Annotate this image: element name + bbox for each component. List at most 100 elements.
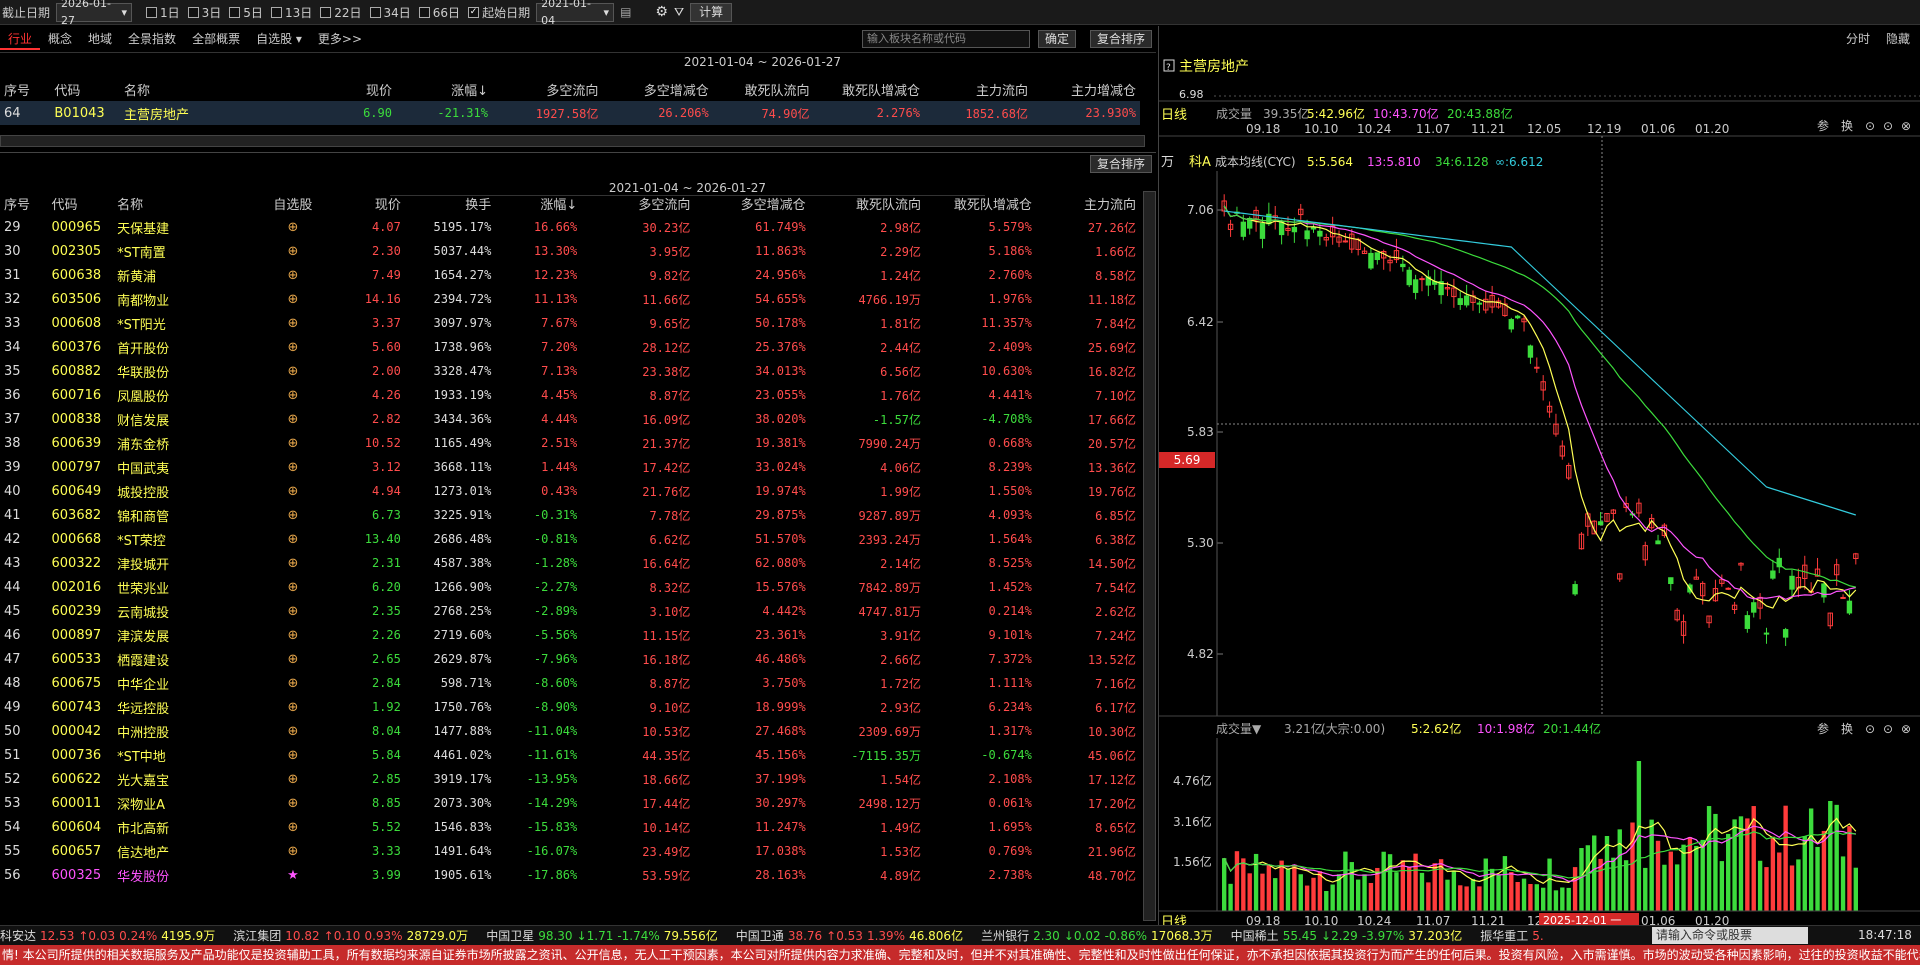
filter-icon[interactable]: ⛛	[674, 5, 684, 20]
ticker-item[interactable]: 振华重工 5.	[1480, 927, 1555, 944]
table-row[interactable]: 29 000965 天保基建 ⊕ 4.07 5195.17% 16.66% 30.23亿 61.…	[0, 215, 1140, 239]
table-row[interactable]: 44 002016 世荣兆业 ⊕ 6.20 1266.90% -2.27% 8.32亿 15.5…	[0, 575, 1140, 599]
vertical-scrollbar[interactable]	[1143, 191, 1156, 921]
sort-button-2[interactable]: 复合排序	[1090, 155, 1153, 173]
column-header[interactable]: 多空增减仓	[694, 191, 809, 215]
start-date-select[interactable]: 2021-01-04 ▾	[536, 0, 615, 27]
table-row[interactable]: 53 600011 深物业A ⊕ 8.85 2073.30% -14.29% 17.44亿 30…	[0, 791, 1140, 815]
mini-param-button[interactable]: 参	[1817, 118, 1829, 133]
expand-icon[interactable]: ⊙	[1865, 119, 1875, 133]
table-row[interactable]: 33 000608 *ST阳光 ⊕ 3.37 3097.97% 7.67% 9.65亿 50.1…	[0, 311, 1140, 335]
close-icon[interactable]: ⊗	[1901, 119, 1911, 133]
watchlist-toggle[interactable]: ⊕	[249, 311, 337, 335]
column-header[interactable]: 现价	[324, 77, 396, 101]
vol-switch-button[interactable]: 换	[1841, 722, 1853, 736]
table-row[interactable]: 56 600325 华发股份 ★ 3.99 1905.61% -17.86% 53.59亿 28…	[0, 863, 1140, 887]
tab-3[interactable]: 全景指数	[120, 28, 184, 50]
column-header[interactable]: 序号	[0, 77, 50, 101]
watchlist-toggle[interactable]: ⊕	[249, 479, 337, 503]
period-checkbox[interactable]: 34日	[369, 4, 411, 21]
column-header[interactable]: 主力流向	[924, 77, 1032, 101]
ticker-item[interactable]: 中国卫星 98.30 ↓1.71 -1.74% 79.556亿	[486, 927, 718, 944]
calc-button[interactable]: 计算	[690, 2, 733, 22]
table-row[interactable]: 55 600657 信达地产 ⊕ 3.33 1491.64% -16.07% 23.49亿 17…	[0, 839, 1140, 863]
period-checkbox[interactable]: ✓ 起始日期	[468, 4, 530, 21]
table-row[interactable]: 42 000668 *ST荣控 ⊕ 13.40 2686.48% -0.81% 6.62亿 51…	[0, 527, 1140, 551]
column-header[interactable]: 序号	[0, 191, 48, 215]
column-header[interactable]: 多空流向	[492, 77, 602, 101]
watchlist-toggle[interactable]: ⊕	[249, 455, 337, 479]
expand-icon[interactable]: ⊙	[1865, 722, 1875, 736]
watchlist-toggle[interactable]: ⊕	[249, 767, 337, 791]
table-row[interactable]: 50 000042 中洲控股 ⊕ 8.04 1477.88% -11.04% 10.53亿 27…	[0, 719, 1140, 743]
table-row[interactable]: 39 000797 中国武夷 ⊕ 3.12 3668.11% 1.44% 17.42亿 33.0…	[0, 455, 1140, 479]
watchlist-toggle[interactable]: ★	[249, 863, 337, 887]
tab-6[interactable]: 更多>>	[310, 28, 370, 50]
tab-5[interactable]: 自选股 ▾	[248, 28, 310, 50]
table-row[interactable]: 49 600743 华远控股 ⊕ 1.92 1750.76% -8.90% 9.10亿 18.9…	[0, 695, 1140, 719]
column-header[interactable]: 名称	[120, 77, 324, 101]
period-checkbox[interactable]: 22日	[320, 4, 362, 21]
watchlist-toggle[interactable]: ⊕	[249, 791, 337, 815]
column-header[interactable]: 敢死队流向	[810, 191, 925, 215]
table-row[interactable]: 54 600604 市北高新 ⊕ 5.52 1546.83% -15.83% 10.14亿 11…	[0, 815, 1140, 839]
gear-icon[interactable]: ⚙	[655, 4, 668, 20]
period-checkbox[interactable]: 1日	[146, 4, 180, 21]
watchlist-toggle[interactable]: ⊕	[249, 719, 337, 743]
watchlist-toggle[interactable]: ⊕	[249, 407, 337, 431]
column-header[interactable]: 代码	[48, 191, 114, 215]
command-input[interactable]: 请输入命令或股票	[1652, 927, 1808, 944]
table-row[interactable]: 37 000838 财信发展 ⊕ 2.82 3434.36% 4.44% 16.09亿 38.0…	[0, 407, 1140, 431]
watchlist-toggle[interactable]: ⊕	[249, 335, 337, 359]
column-header[interactable]: 多空流向	[581, 191, 694, 215]
table-row[interactable]: 35 600882 华联股份 ⊕ 2.00 3328.47% 7.13% 23.38亿 34.0…	[0, 359, 1140, 383]
period-checkbox[interactable]: 66日	[418, 4, 460, 21]
mini-switch-button[interactable]: 换	[1841, 119, 1853, 133]
calendar-icon[interactable]: ▤	[620, 5, 631, 19]
watchlist-toggle[interactable]: ⊕	[249, 431, 337, 455]
tab-4[interactable]: 全部概票	[184, 28, 248, 50]
column-header[interactable]: 敢死队增减仓	[814, 77, 924, 101]
vol-param-button[interactable]: 参	[1817, 721, 1829, 736]
settings-icon[interactable]: ⊙	[1883, 722, 1893, 736]
tab-0[interactable]: 行业	[0, 28, 41, 50]
table-row[interactable]: 43 600322 津投城开 ⊕ 2.31 4587.38% -1.28% 16.64亿 62.…	[0, 551, 1140, 575]
watchlist-toggle[interactable]: ⊕	[249, 695, 337, 719]
settings-icon[interactable]: ⊙	[1883, 119, 1893, 133]
watchlist-toggle[interactable]: ⊕	[249, 239, 337, 263]
ticker-item[interactable]: 科安达 12.53 ↑0.03 0.24% 4195.9万	[0, 927, 215, 944]
watchlist-toggle[interactable]: ⊕	[249, 287, 337, 311]
ticker-item[interactable]: 中国卫通 38.76 ↑0.53 1.39% 46.806亿	[736, 927, 963, 944]
watchlist-toggle[interactable]: ⊕	[249, 671, 337, 695]
watchlist-toggle[interactable]: ⊕	[249, 359, 337, 383]
tab-2[interactable]: 地域	[80, 28, 120, 50]
watchlist-toggle[interactable]: ⊕	[249, 839, 337, 863]
ticker-item[interactable]: 兰州银行 2.30 ↓0.02 -0.86% 17068.3万	[981, 927, 1213, 944]
column-header[interactable]: 主力流向	[1036, 191, 1140, 215]
table-row[interactable]: 30 002305 *ST南置 ⊕ 2.30 5037.44% 13.30% 3.95亿 11.…	[0, 239, 1140, 263]
chart-svg[interactable]: ? 主营房地产 6.98 日线 成交量 39.35亿5:42.96亿 10:43.70亿 20…	[1159, 26, 1920, 926]
table-row[interactable]: 40 600649 城投控股 ⊕ 4.94 1273.01% 0.43% 21.76亿 19.9…	[0, 479, 1140, 503]
watchlist-toggle[interactable]: ⊕	[249, 575, 337, 599]
sort-button[interactable]: 复合排序	[1090, 30, 1153, 48]
watchlist-toggle[interactable]: ⊕	[249, 623, 337, 647]
watchlist-toggle[interactable]: ⊕	[249, 263, 337, 287]
period-checkbox[interactable]: 13日	[270, 4, 312, 21]
column-header[interactable]: 敢死队流向	[713, 77, 814, 101]
table-row[interactable]: 41 603682 锦和商管 ⊕ 6.73 3225.91% -0.31% 7.78亿 29.8…	[0, 503, 1140, 527]
watchlist-toggle[interactable]: ⊕	[249, 647, 337, 671]
close-icon[interactable]: ⊗	[1901, 722, 1911, 736]
period-checkbox[interactable]: 3日	[187, 4, 221, 21]
table-row[interactable]: 52 600622 光大嘉宝 ⊕ 2.85 3919.17% -13.95% 18.66亿 37…	[0, 767, 1140, 791]
table-row[interactable]: 34 600376 首开股份 ⊕ 5.60 1738.96% 7.20% 28.12亿 25.3…	[0, 335, 1140, 359]
column-header[interactable]: 代码	[50, 77, 120, 101]
watchlist-toggle[interactable]: ⊕	[249, 551, 337, 575]
table-row[interactable]: 31 600638 新黄浦 ⊕ 7.49 1654.27% 12.23% 9.82亿 24.95…	[0, 263, 1140, 287]
table-row[interactable]: 48 600675 中华企业 ⊕ 2.84 598.71% -8.60% 8.87亿 3.750…	[0, 671, 1140, 695]
end-date-select[interactable]: 2026-01-27 ▾	[56, 0, 133, 27]
column-header[interactable]: 涨幅↓	[495, 191, 581, 215]
table-row[interactable]: 36 600716 凤凰股份 ⊕ 4.26 1933.19% 4.45% 8.87亿 23.05…	[0, 383, 1140, 407]
period-checkbox[interactable]: 5日	[229, 4, 263, 21]
column-header[interactable]: 换手	[405, 191, 495, 215]
table-row[interactable]: 47 600533 栖霞建设 ⊕ 2.65 2629.87% -7.96% 16.18亿 46.…	[0, 647, 1140, 671]
